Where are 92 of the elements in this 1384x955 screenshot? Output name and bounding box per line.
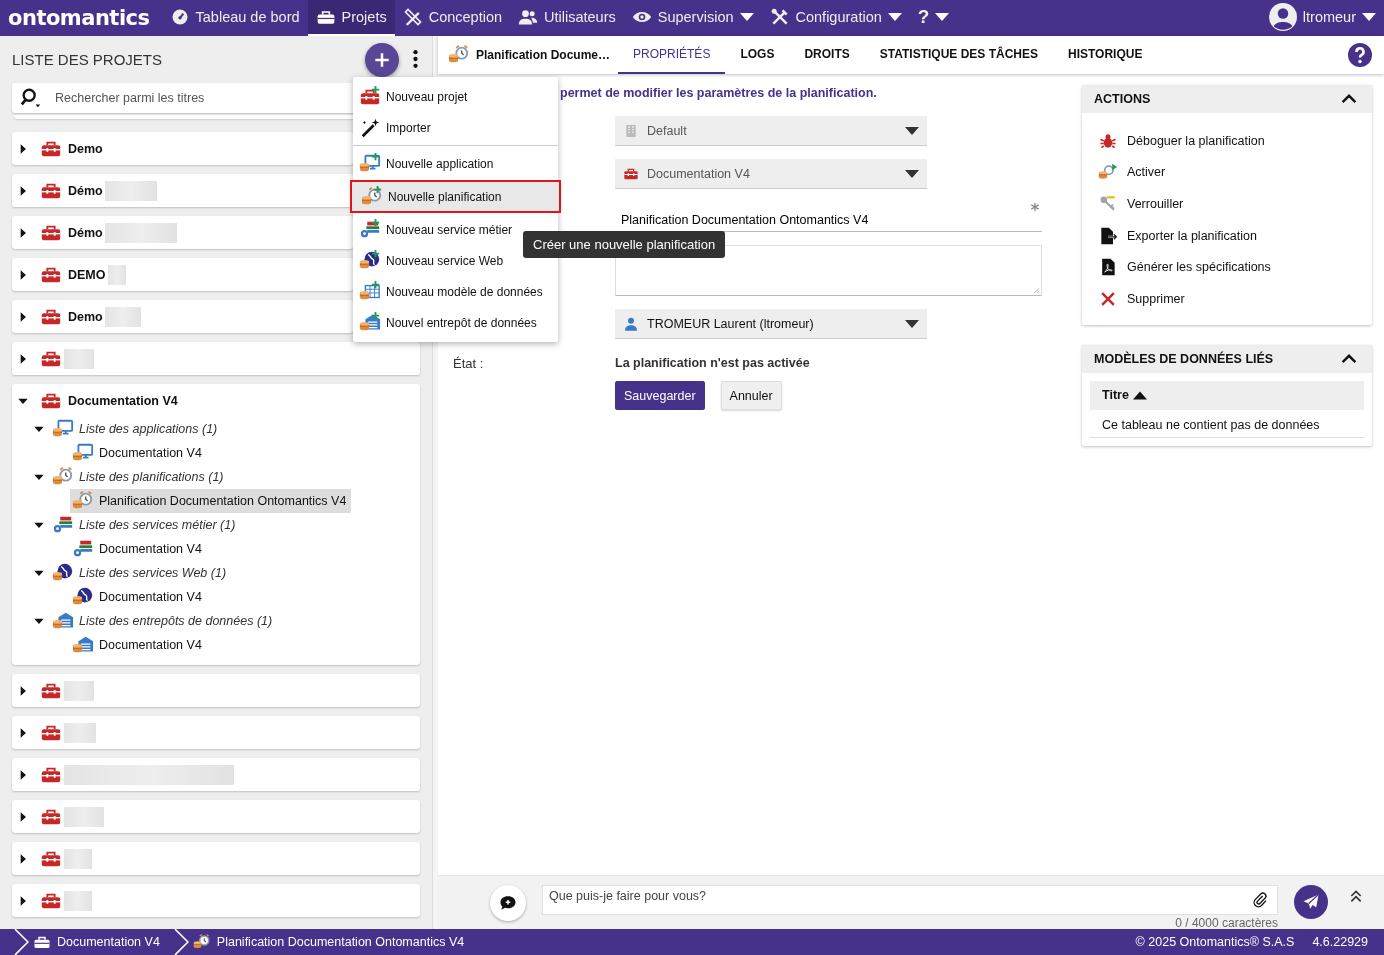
menu-item[interactable]: Importer — [353, 112, 558, 143]
panel-header[interactable]: MODÈLES DE DONNÉES LIÉS — [1082, 344, 1372, 373]
nav-menu-item[interactable]: Tableau de bord — [161, 0, 308, 36]
tooltip: Créer une nouvelle planification — [523, 231, 726, 258]
nav-menu-item[interactable]: Utilisateurs — [510, 0, 624, 36]
project-card[interactable] — [12, 884, 420, 917]
new-chat-button[interactable] — [490, 885, 526, 921]
user-icon — [623, 315, 639, 332]
tab[interactable]: LOGS — [725, 36, 790, 74]
breadcrumb-link[interactable]: Documentation V4 — [33, 933, 160, 951]
tab[interactable]: PROPRIÉTÉS — [618, 36, 726, 74]
project-card[interactable] — [12, 674, 420, 707]
action-link[interactable]: Générer les spécifications — [1098, 251, 1356, 283]
project-card[interactable] — [12, 758, 420, 791]
menu-item[interactable]: Nouvelle application — [353, 148, 558, 179]
tab[interactable]: DROITS — [789, 36, 865, 74]
magic-wand-icon — [359, 116, 381, 139]
tab[interactable]: STATISTIQUE DES TÂCHES — [864, 36, 1053, 74]
column-header[interactable]: Titre — [1090, 388, 1159, 403]
pencil-ruler-icon — [402, 7, 423, 27]
menu-item[interactable]: Nouvel entrepôt de données — [353, 307, 558, 338]
tree-group[interactable]: Liste des planifications (1) — [50, 465, 229, 489]
tree-group[interactable]: Liste des applications (1) — [50, 417, 223, 441]
tools-icon — [769, 7, 790, 27]
caret-down-icon — [905, 319, 919, 328]
panel-title: LISTE DES PROJETS — [12, 50, 163, 68]
clock-coins-icon — [192, 933, 211, 951]
chat-bubble-icon — [499, 894, 517, 912]
action-link[interactable]: Supprimer — [1098, 282, 1356, 315]
add-button[interactable] — [365, 43, 399, 77]
project-card[interactable]: Démo — [12, 216, 353, 249]
chat-input-field[interactable]: Que puis-je faire pour vous? — [542, 885, 1278, 915]
project-card[interactable] — [12, 716, 420, 749]
caret-down-icon — [905, 126, 919, 135]
action-link[interactable]: Déboguer la planification — [1098, 125, 1356, 157]
paperclip-icon — [1252, 892, 1268, 908]
nav-menu-item[interactable]: Projets — [307, 0, 395, 36]
chevron-right-icon — [173, 929, 189, 955]
user-menu[interactable]: ltromeur — [1260, 0, 1384, 36]
help-icon — [1348, 43, 1372, 67]
logo[interactable]: ontomantics — [0, 6, 162, 30]
tree-item[interactable]: Documentation V4 — [70, 633, 207, 657]
breadcrumb-link[interactable]: Planification Documentation Ontomantics V4 — [192, 933, 465, 951]
project-card[interactable] — [12, 842, 420, 875]
status-text: La planification n'est pas activée — [615, 355, 811, 372]
caret-down-icon — [905, 169, 919, 178]
avatar-icon — [1268, 3, 1297, 31]
cancel-button[interactable]: Annuler — [720, 381, 782, 410]
tree-item[interactable]: Documentation V4 — [70, 537, 207, 561]
tree-group[interactable]: Liste des services métier (1) — [50, 513, 241, 537]
project-card[interactable]: Demo — [12, 300, 353, 333]
menu-item[interactable]: Nouvelle planification — [351, 181, 560, 212]
document-tab[interactable]: Planification Docume… — [448, 36, 619, 74]
project-card[interactable]: Démo — [12, 174, 353, 207]
field-label: État : — [453, 355, 485, 371]
character-counter: 0 / 4000 caractères — [1175, 916, 1278, 930]
nav-menu-item[interactable]: Conception — [394, 0, 511, 36]
project-card[interactable]: DEMO — [12, 258, 353, 291]
tree-item[interactable]: Documentation V4 — [70, 585, 207, 609]
more-vertical-icon — [413, 50, 418, 68]
search-icon — [20, 87, 42, 109]
file-export-icon — [1098, 225, 1118, 246]
copyright-text: © 2025 Ontomantics® S.A.S — [1135, 935, 1295, 949]
paper-plane-icon — [1302, 893, 1320, 911]
tree-group[interactable]: Liste des entrepôts de données (1) — [50, 609, 278, 633]
project-card[interactable] — [12, 800, 420, 833]
save-button[interactable]: Sauvegarder — [615, 381, 705, 410]
action-link[interactable]: Exporter la planification — [1098, 219, 1356, 252]
tab[interactable]: HISTORIQUE — [1053, 36, 1158, 74]
chevron-right-icon — [14, 929, 29, 955]
empty-table-message: Ce tableau ne contient pas de données — [1090, 409, 1364, 438]
panel-header[interactable]: ACTIONS — [1082, 85, 1372, 113]
action-link[interactable]: Activer — [1098, 156, 1356, 189]
nav-menu-item[interactable]: Configuration — [761, 0, 910, 36]
project-card[interactable] — [12, 342, 420, 375]
project-card[interactable]: Documentation V4 Liste des applications (1) Documentation V4 Liste des planifications (1) Planification Documentation Ontomantics V4 Liste des services métier (1) Documentation V4 Liste des services Web (1) Documentation V4 Liste des entrepôts de données (1) Documentation V4 — [12, 384, 420, 665]
menu-item[interactable]: Nouveau modèle de données — [353, 276, 558, 307]
nav-menu-item[interactable]: Supervision — [623, 0, 762, 36]
nav-menu-item[interactable]: ? — [909, 0, 958, 36]
dropdown-field[interactable]: TROMEUR Laurent (ltromeur) — [615, 309, 927, 339]
users-icon — [518, 7, 539, 27]
double-chevron-up-icon — [1348, 888, 1364, 904]
tree-item[interactable]: Documentation V4 — [70, 441, 207, 465]
action-link[interactable]: Verrouiller — [1098, 188, 1356, 220]
project-card[interactable]: Demo — [12, 132, 353, 165]
tree-item[interactable]: Planification Documentation Ontomantics V4 — [70, 489, 352, 513]
description-text: permet de modifier les paramètres de la planification. — [560, 86, 878, 100]
plus-icon — [372, 50, 392, 70]
building-icon — [623, 122, 639, 139]
version-text: 4.6.22929 — [1312, 935, 1368, 949]
send-button[interactable] — [1294, 885, 1328, 919]
tree-group[interactable]: Liste des services Web (1) — [50, 561, 232, 585]
